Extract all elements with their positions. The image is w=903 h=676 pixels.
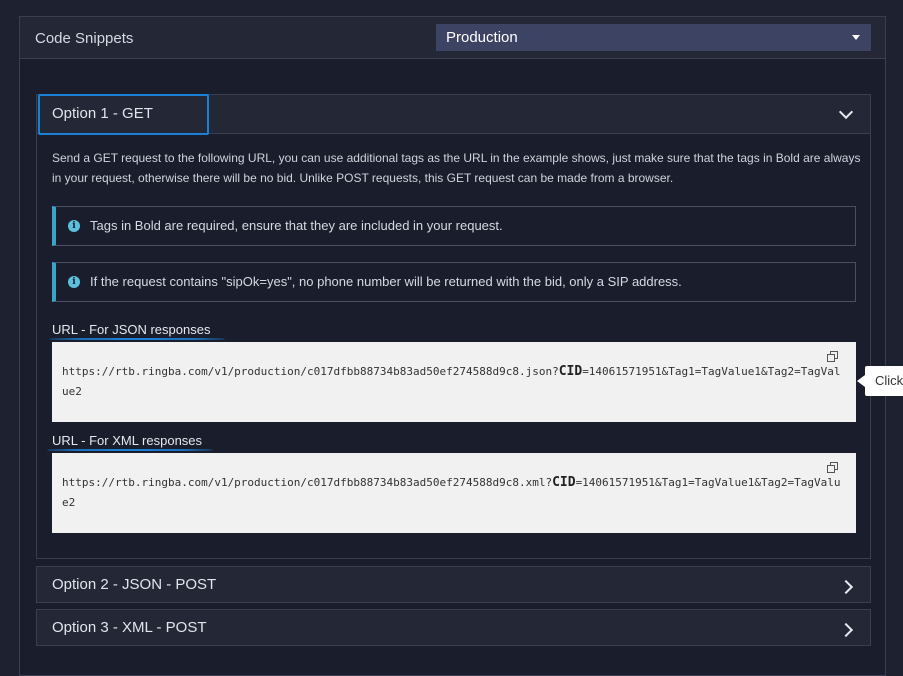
chevron-right-icon[interactable] [838, 622, 854, 638]
environment-select[interactable]: Production [436, 24, 871, 51]
url-required-tag: CID [558, 364, 583, 379]
url-prefix: https://rtb.ringba.com/v1/production/c01… [62, 365, 559, 378]
chevron-down-icon[interactable] [838, 104, 854, 120]
accordion-header-option-2[interactable]: Option 2 - JSON - POST [36, 566, 871, 603]
info-alert: i Tags in Bold are required, ensure that… [52, 206, 856, 246]
alert-text: Tags in Bold are required, ensure that t… [90, 218, 503, 233]
accordion-header-option-3[interactable]: Option 3 - XML - POST [36, 609, 871, 646]
copy-icon[interactable] [827, 462, 838, 473]
chevron-right-icon[interactable] [838, 579, 854, 595]
accordion-title: Option 3 - XML - POST [52, 619, 207, 636]
annotation-underline [47, 449, 213, 451]
json-url-code[interactable]: https://rtb.ringba.com/v1/production/c01… [52, 342, 856, 422]
accordion-option-1: Option 1 - GET Send a GET request to the… [36, 94, 871, 559]
focus-highlight [38, 94, 209, 135]
copy-tooltip: Click [865, 366, 903, 396]
url-required-tag: CID [552, 475, 576, 490]
xml-url-label: URL - For XML responses [52, 433, 203, 448]
tooltip-arrow [857, 375, 865, 387]
url-prefix: https://rtb.ringba.com/v1/production/c01… [62, 476, 553, 489]
panel-title: Code Snippets [35, 30, 134, 47]
environment-select-value: Production [446, 29, 518, 46]
copy-icon[interactable] [827, 351, 838, 362]
xml-url-code[interactable]: https://rtb.ringba.com/v1/production/c01… [52, 453, 856, 533]
info-icon: i [68, 220, 80, 232]
option-description: Send a GET request to the following URL,… [52, 151, 861, 185]
info-icon: i [68, 276, 80, 288]
caret-down-icon [852, 35, 860, 40]
json-url-label: URL - For JSON responses [52, 322, 211, 337]
accordion-title: Option 2 - JSON - POST [52, 576, 217, 593]
annotation-underline [49, 338, 225, 340]
code-snippets-panel: Code Snippets Production Option 1 - GET … [19, 16, 886, 676]
alert-text: If the request contains "sipOk=yes", no … [90, 274, 682, 289]
info-alert: i If the request contains "sipOk=yes", n… [52, 262, 856, 302]
panel-header: Code Snippets Production [20, 17, 885, 59]
